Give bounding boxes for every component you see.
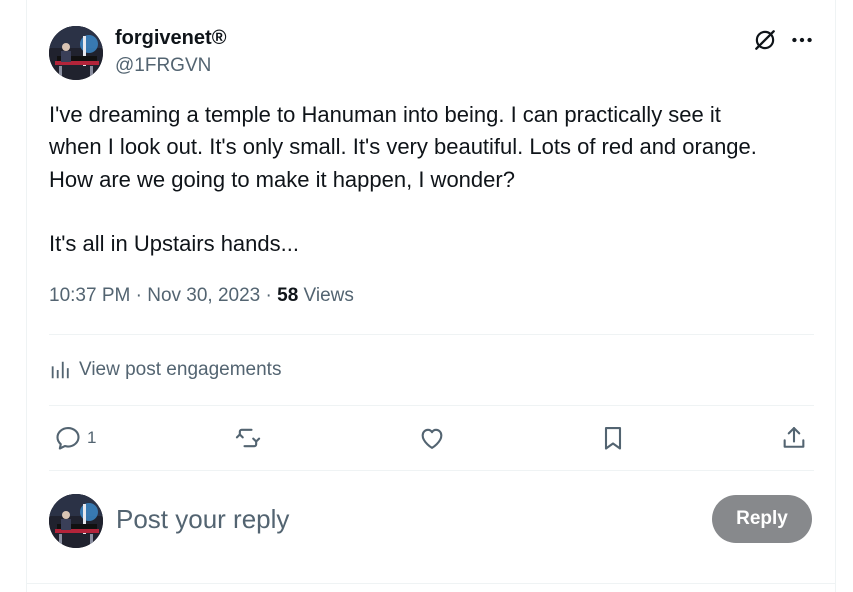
divider [49, 405, 814, 406]
divider [49, 470, 814, 471]
more-icon[interactable] [789, 27, 815, 53]
analytics-icon [51, 361, 69, 379]
share-button[interactable] [780, 423, 808, 453]
meta-separator: · [130, 285, 148, 306]
view-post-engagements-link[interactable]: View post engagements [49, 356, 281, 384]
divider [49, 334, 814, 335]
reply-input[interactable] [116, 501, 676, 537]
views-label: Views [298, 285, 354, 306]
avatar-pianist-icon [49, 494, 103, 548]
post-time[interactable]: 10:37 PM [49, 285, 130, 306]
post-detail-column: forgivenet® @1FRGVN I've dreaming a temp… [26, 0, 836, 592]
views-count: 58 [277, 285, 299, 306]
engagements-label: View post engagements [79, 359, 282, 380]
author-display-name[interactable]: forgivenet® [115, 27, 226, 50]
like-button[interactable] [418, 423, 446, 453]
author-avatar[interactable] [49, 26, 103, 80]
reply-submit-button[interactable]: Reply [712, 495, 812, 543]
avatar-pianist-icon [49, 26, 103, 80]
reply-count: 1 [87, 428, 97, 447]
like-icon [421, 428, 443, 449]
bookmark-icon [604, 427, 622, 450]
meta-separator: · [260, 285, 278, 306]
repost-button[interactable] [234, 423, 262, 453]
post-date[interactable]: Nov 30, 2023 [147, 285, 260, 306]
reply-action-button[interactable]: 1 [54, 423, 96, 453]
grok-icon[interactable] [752, 27, 778, 53]
post-meta: 10:37 PM · Nov 30, 2023 · 58 Views [49, 285, 354, 307]
share-icon [783, 427, 805, 448]
composer-avatar [49, 494, 103, 548]
post-text: I've dreaming a temple to Hanuman into b… [49, 102, 757, 257]
bookmark-button[interactable] [599, 423, 627, 453]
reply-icon [56, 427, 80, 450]
repost-icon [235, 428, 261, 448]
author-handle[interactable]: @1FRGVN [115, 55, 211, 77]
divider [27, 583, 835, 584]
registered-mark: ® [211, 27, 227, 49]
